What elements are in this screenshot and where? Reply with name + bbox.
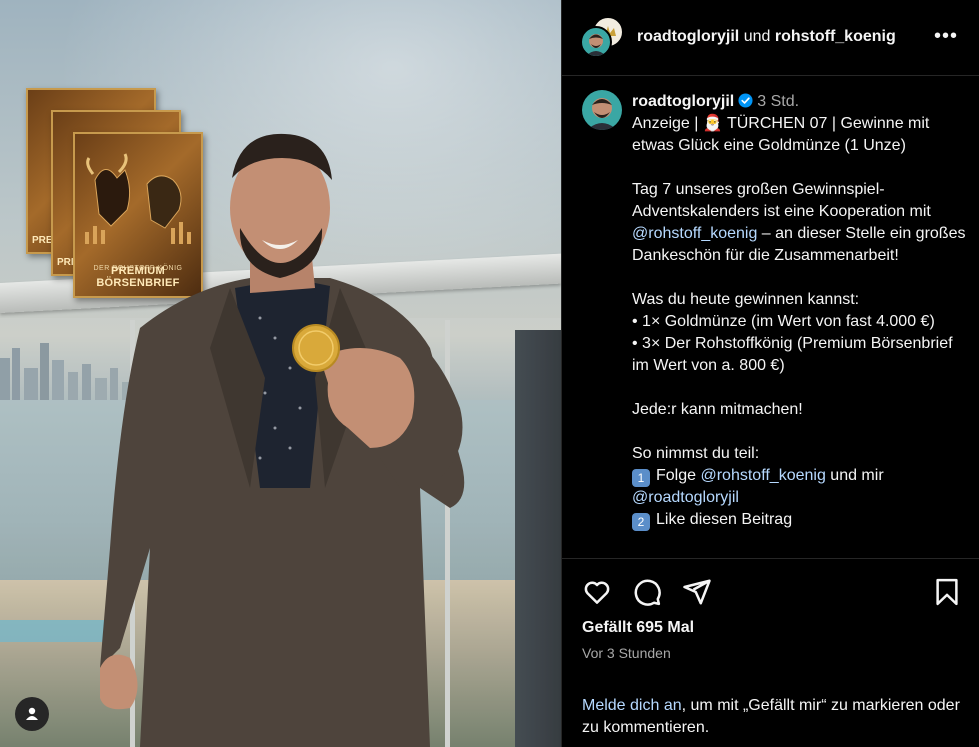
avatar-face — [587, 98, 617, 130]
author-link[interactable]: roadtogloryjil — [637, 28, 739, 45]
avatar-roadtogloryjil[interactable] — [580, 26, 612, 58]
caption-headline: Anzeige | 🎅 TÜRCHEN 07 | Gewinne mit etw… — [632, 115, 934, 154]
intro-text: Tag 7 unseres großen Gewinnspiel-Advents… — [632, 181, 931, 220]
likes-count[interactable]: Gefällt 695 Mal — [582, 619, 694, 637]
collaborator-link[interactable]: rohstoff_koenig — [775, 28, 896, 45]
step-item: 2 Like diesen Beitrag — [632, 509, 967, 531]
caption-body: roadtogloryjil 3 Std. Anzeige | 🎅 TÜRCHE… — [632, 91, 967, 531]
header-usernames: roadtogloryjil und rohstoff_koenig — [637, 28, 896, 46]
steps-title: So nimmst du teil: — [632, 445, 760, 462]
mention-roadtogloryjil[interactable]: @roadtogloryjil — [632, 489, 739, 506]
book-title-partial: PRE — [32, 235, 53, 246]
mention-rohstoff-koenig[interactable]: @rohstoff_koenig — [700, 467, 825, 484]
avatar-face — [586, 34, 606, 56]
post-sidebar: roadtogloryjil und rohstoff_koenig ••• r… — [561, 0, 979, 747]
login-link[interactable]: Melde dich an — [582, 697, 682, 714]
prize-item: • 3× Der Rohstoffkönig (Premium Börsenbr… — [632, 335, 953, 374]
bookmark-icon[interactable] — [932, 577, 962, 607]
caption-steps: So nimmst du teil: 1 Folge @rohstoff_koen… — [632, 443, 967, 531]
login-prompt: Melde dich an, um mit „Gefällt mir“ zu m… — [562, 691, 979, 739]
comment-icon[interactable] — [632, 577, 662, 607]
post-photo[interactable]: PRE PRE DER ROHSTOFF-KÖNIG PREMIUM BÖRSE… — [0, 0, 561, 747]
keycap-two-icon: 2 — [632, 513, 650, 531]
caption-scroll-area[interactable]: roadtogloryjil 3 Std. Anzeige | 🎅 TÜRCHE… — [562, 77, 979, 557]
post-actions: Gefällt 695 Mal Vor 3 Stunden Melde dich… — [562, 558, 979, 747]
tagged-users-button[interactable] — [15, 697, 49, 731]
prizes-title: Was du heute gewinnen kannst: — [632, 291, 860, 308]
caption-time: 3 Std. — [757, 93, 800, 110]
step-item: 1 Folge @rohstoff_koenig und mir @roadtog… — [632, 465, 967, 509]
prize-item: • 1× Goldmünze (im Wert von fast 4.000 €… — [632, 313, 935, 330]
share-icon[interactable] — [682, 577, 712, 607]
caption-prizes: Was du heute gewinnen kannst: • 1× Goldm… — [632, 289, 967, 377]
step-text: Like diesen Beitrag — [656, 511, 793, 528]
post-header: roadtogloryjil und rohstoff_koenig ••• — [562, 0, 979, 76]
heart-icon[interactable] — [582, 577, 612, 607]
more-options-icon[interactable]: ••• — [934, 26, 958, 50]
caption-header: roadtogloryjil 3 Std. — [632, 91, 967, 113]
step-text: Folge — [656, 467, 697, 484]
person-icon — [26, 707, 38, 720]
collab-avatars[interactable] — [580, 16, 624, 60]
verified-badge-icon — [738, 93, 753, 108]
connector-text: und — [743, 28, 771, 45]
caption-username[interactable]: roadtogloryjil — [632, 93, 734, 110]
caption-avatar[interactable] — [582, 90, 622, 130]
post-timestamp[interactable]: Vor 3 Stunden — [582, 645, 671, 661]
man-holding-gold-coin — [100, 133, 465, 747]
mention-rohstoff-koenig[interactable]: @rohstoff_koenig — [632, 225, 757, 242]
caption-paragraph-intro: Tag 7 unseres großen Gewinnspiel-Advents… — [632, 179, 967, 267]
keycap-one-icon: 1 — [632, 469, 650, 487]
caption-everyone: Jede:r kann mitmachen! — [632, 401, 803, 418]
step-text-mid: und mir — [825, 467, 884, 484]
